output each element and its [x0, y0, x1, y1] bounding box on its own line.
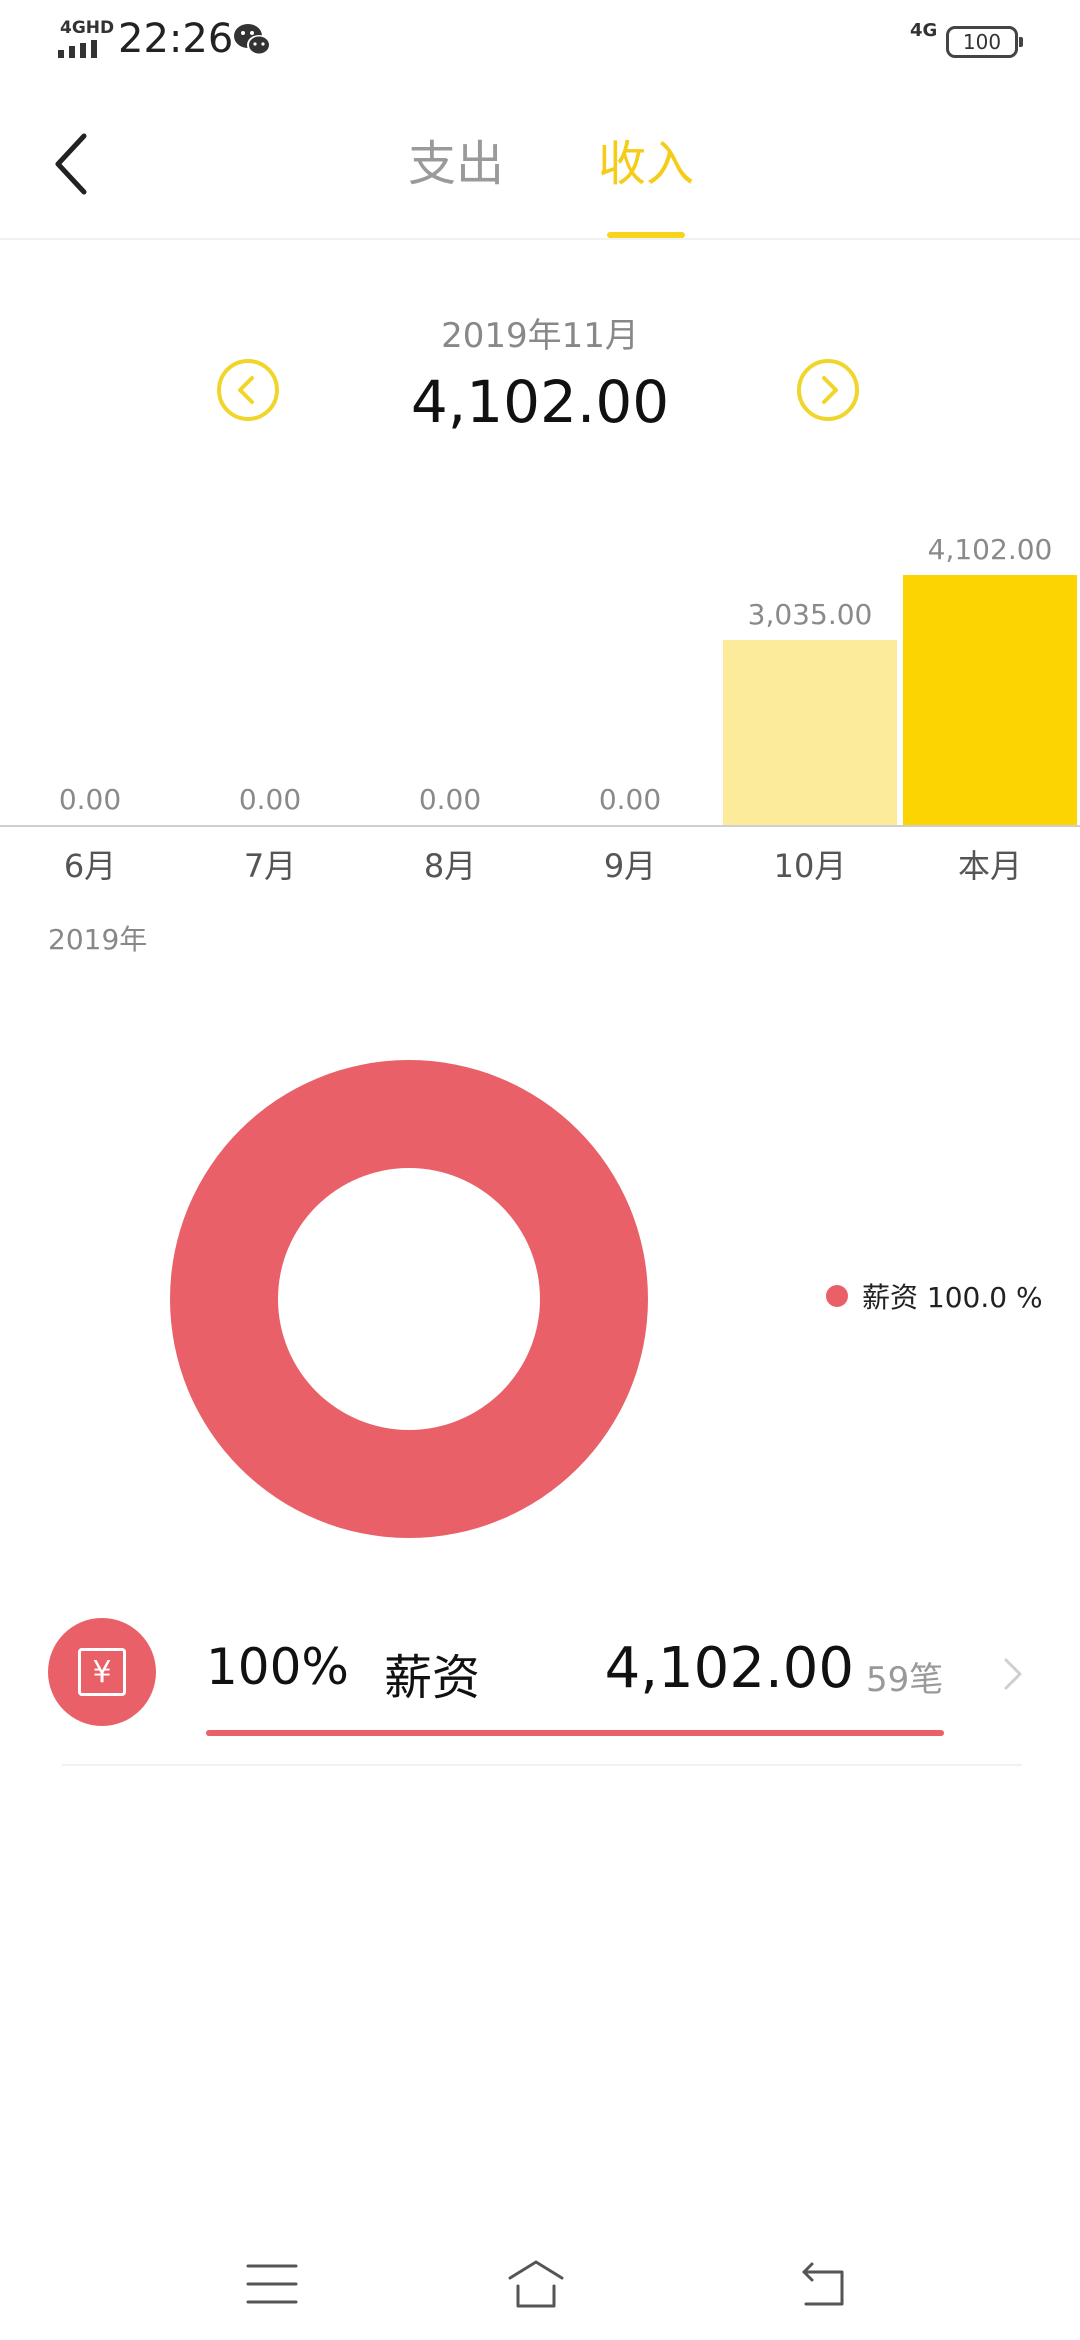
battery-level: 100	[962, 30, 1002, 54]
bar-4[interactable]	[723, 640, 897, 825]
category-amount: 4,102.00	[604, 1636, 854, 1701]
network-type: 4GHD	[60, 18, 115, 38]
status-bar: 4GHD 22:26 4G 100	[0, 0, 1080, 84]
category-count: 59笔	[866, 1660, 944, 1700]
category-progress-fill	[206, 1730, 944, 1736]
back-arrow-icon[interactable]	[44, 124, 104, 204]
home-icon[interactable]	[504, 2252, 568, 2316]
bar-category-label: 8月	[424, 847, 476, 885]
tab-indicator	[607, 232, 685, 238]
bar-category-label: 6月	[64, 847, 116, 885]
divider	[62, 1764, 1022, 1766]
wechat-icon	[234, 24, 271, 55]
category-row[interactable]: ¥ 100% 薪资 4,102.00 59笔	[0, 1600, 1080, 1770]
back-icon[interactable]	[790, 2252, 854, 2316]
legend-text: 薪资 100.0 %	[862, 1281, 1043, 1314]
bar-5[interactable]	[903, 575, 1077, 825]
bar-value-label: 0.00	[239, 783, 301, 816]
menu-icon[interactable]	[240, 2252, 304, 2316]
month-total: 4,102.00	[410, 368, 670, 436]
signal-icon: 4GHD	[58, 18, 114, 60]
bar-value-label: 0.00	[599, 783, 661, 816]
category-donut-chart	[170, 1060, 648, 1538]
bar-value-label: 0.00	[419, 783, 481, 816]
prev-month-button[interactable]	[216, 358, 280, 422]
header: 支出 收入	[0, 84, 1080, 240]
monthly-bar-chart: 0.00 6月 0.00 7月 0.00 8月 0.00 9月 3,035.00 10月 4,102…	[0, 500, 1080, 890]
tab-expense[interactable]: 支出	[408, 134, 504, 194]
network-right: 4G	[910, 20, 938, 41]
bar-category-label: 本月	[958, 847, 1022, 885]
donut-slice-0[interactable]	[170, 1060, 648, 1538]
tab-income[interactable]: 收入	[598, 134, 694, 194]
chevron-right-icon[interactable]	[998, 1654, 1028, 1694]
status-time: 22:26	[118, 16, 234, 62]
bar-value-label: 0.00	[59, 783, 121, 816]
donut-legend: 薪资 100.0 %	[826, 1276, 1043, 1316]
system-nav-bar	[0, 2220, 1080, 2340]
next-month-button[interactable]	[796, 358, 860, 422]
month-label: 2019年11月	[441, 316, 639, 356]
bar-category-label: 7月	[244, 847, 296, 885]
year-label: 2019年	[48, 923, 148, 956]
category-progress	[206, 1730, 944, 1736]
bar-category-label: 9月	[604, 847, 656, 885]
bar-value-label: 3,035.00	[748, 598, 873, 631]
bar-category-label: 10月	[774, 847, 847, 885]
legend-dot	[826, 1285, 848, 1307]
bar-value-label: 4,102.00	[928, 533, 1053, 566]
battery-icon: 100	[946, 26, 1023, 58]
